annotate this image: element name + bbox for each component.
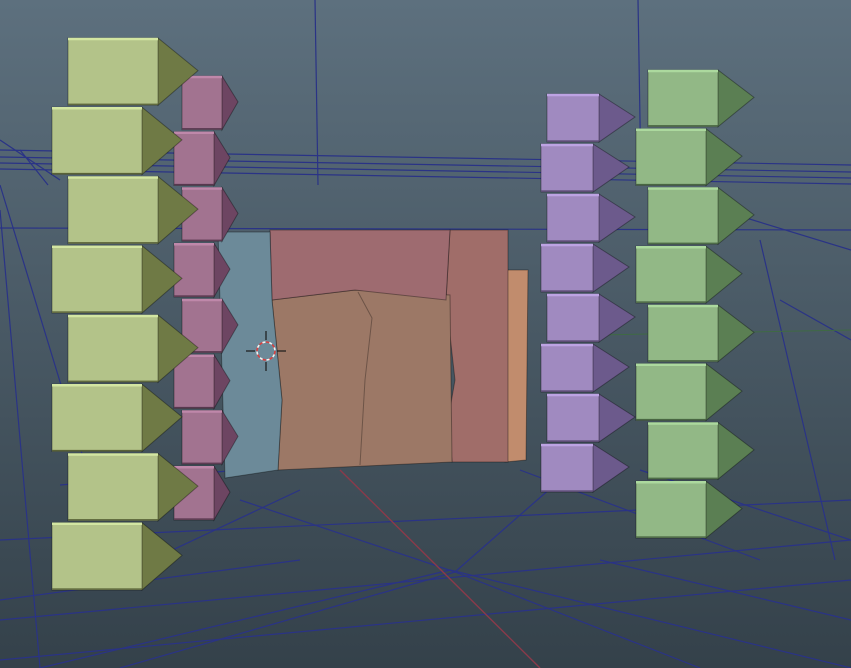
- pillar-face: [635, 245, 714, 304]
- wall-rose-right: [445, 229, 509, 463]
- pillar-face: [540, 243, 601, 293]
- pillar-face: [635, 363, 714, 421]
- wall-group: [217, 229, 529, 479]
- pillar-face: [546, 293, 607, 343]
- pillar-face: [635, 128, 714, 186]
- pillar-face: [546, 193, 607, 243]
- pillar-face: [647, 304, 726, 363]
- pillar-face: [540, 143, 601, 193]
- pillar-face: [546, 393, 607, 443]
- pillar-face: [51, 106, 151, 175]
- pillar-face: [67, 176, 167, 245]
- pillar-face: [51, 522, 151, 591]
- pillar-face: [67, 37, 167, 106]
- wall-rose-top: [269, 229, 451, 301]
- pillar-face: [67, 453, 167, 522]
- wall-tan: [271, 289, 453, 471]
- pillar-face: [181, 410, 226, 465]
- pillar-face: [540, 443, 601, 493]
- pillar-face: [67, 314, 167, 383]
- pillar-face: [546, 93, 607, 143]
- pillar-face: [647, 187, 726, 245]
- 3d-viewport[interactable]: [0, 0, 851, 668]
- pillar-face: [540, 343, 601, 393]
- pillar-face: [51, 245, 151, 314]
- pillar-face: [647, 422, 726, 480]
- pillar-face: [173, 242, 218, 298]
- pillar-face: [51, 383, 151, 452]
- scene-canvas[interactable]: [0, 0, 851, 668]
- pillar-face: [647, 69, 726, 128]
- pillar-face: [181, 75, 226, 131]
- pillar-face: [635, 480, 714, 539]
